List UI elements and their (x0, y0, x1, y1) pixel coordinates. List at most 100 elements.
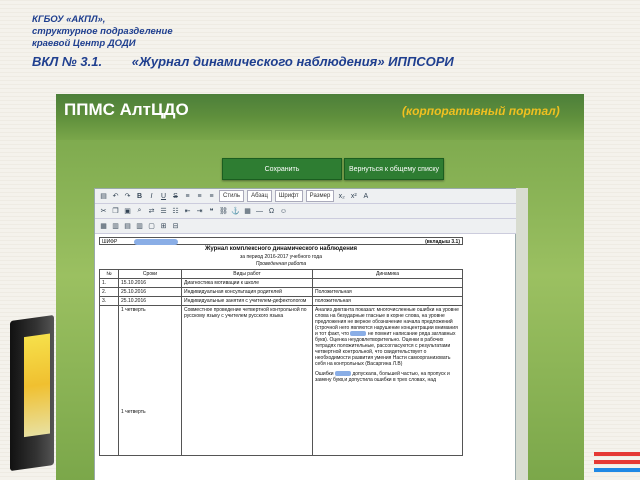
outdent-icon[interactable]: ⇤ (183, 207, 192, 216)
row-icon[interactable]: ▤ (123, 222, 132, 231)
emoticon-icon[interactable]: ☺ (279, 207, 288, 216)
column-header: Сроки (118, 269, 182, 279)
journal-document[interactable]: ШИФР (вкладыш 3.1) Журнал комплексного д… (99, 237, 463, 480)
annex-label: (вкладыш 3.1) (425, 239, 460, 245)
cell-date: 25.10.2016 (118, 296, 182, 306)
redacted-name (334, 371, 351, 377)
cell-date: 25.10.2016 (118, 287, 182, 297)
column-icon[interactable]: ▥ (135, 222, 144, 231)
quote-icon[interactable]: ❝ (207, 207, 216, 216)
column-header: Динамика (312, 269, 463, 279)
title-text: «Журнал динамического наблюдения» ИППСОР… (131, 54, 454, 69)
school-label: ШИФР (102, 239, 118, 245)
numbered-list-icon[interactable]: ☷ (171, 207, 180, 216)
table-icon[interactable]: ▦ (99, 222, 108, 231)
font-select[interactable]: Шрифт (274, 190, 303, 202)
editor-toolbar-row-3: ▦ ▥ ▤ ▥ ▢ ⊞ ⊟ (95, 219, 519, 234)
org-line-1: КГБОУ «АКПЛ», (32, 14, 106, 25)
document-title: Журнал комплексного динамического наблюд… (204, 246, 358, 252)
bold-icon[interactable]: B (135, 192, 144, 201)
underline-icon[interactable]: U (159, 192, 168, 201)
rich-text-editor[interactable]: ▤ ↶ ↷ B I U S ≡ ≡ ≡ Стиль Абзац Шрифт Ра… (94, 188, 519, 480)
cut-icon[interactable]: ✂ (99, 207, 108, 216)
cell-dynamics: Анализ диктанта показал: многочисленные … (312, 305, 463, 456)
cell-work: Совместное проведение четвертной контрол… (181, 305, 313, 456)
editor-toolbar-row-2: ✂ ❐ ▣ ⌕ ⇄ ☰ ☷ ⇤ ⇥ ❝ ⛓ ⚓ ▦ — Ω ☺ (95, 204, 519, 219)
cell-number: 2. (99, 287, 119, 297)
cell-number: 1. (99, 278, 119, 288)
cell-date: 15.10.2016 (118, 278, 182, 288)
cell-work: Диагностика мотивации к школе (181, 278, 313, 288)
indent-icon[interactable]: ⇥ (195, 207, 204, 216)
cell-number: 3. (99, 296, 119, 306)
organization-block: КГБОУ «АКПЛ», структурное подразделение … (32, 14, 173, 50)
device-screen (24, 333, 50, 438)
table-header-row: № Сроки Виды работ Динамика (99, 269, 463, 279)
redacted-name (134, 239, 178, 245)
italic-icon[interactable]: I (147, 192, 156, 201)
paragraph-select[interactable]: Абзац (247, 190, 272, 202)
find-icon[interactable]: ⌕ (135, 207, 144, 216)
horizontal-rule-icon[interactable]: — (255, 207, 264, 216)
table-row: 2. 25.10.2016 Индивидуальная консультаци… (99, 287, 463, 297)
cell-work: Индивидуальные занятия с учителем-дефект… (181, 296, 313, 306)
portal-screenshot: ППМС АлтЦДО (корпоративный портал) Сохра… (56, 94, 584, 480)
table-props-icon[interactable]: ▥ (111, 222, 120, 231)
journal-table: № Сроки Виды работ Динамика 1. 15.10.201… (99, 269, 463, 456)
table-row: 1. 15.10.2016 Диагностика мотивации к шк… (99, 278, 463, 288)
image-icon[interactable]: ▦ (243, 207, 252, 216)
title-code: ВКЛ № 3.1. (32, 54, 103, 69)
size-select[interactable]: Размер (305, 190, 335, 202)
replace-icon[interactable]: ⇄ (147, 207, 156, 216)
cell-number (99, 305, 119, 456)
column-header: № (99, 269, 119, 279)
document-top-row: ШИФР (вкладыш 3.1) (99, 237, 463, 245)
anchor-icon[interactable]: ⚓ (231, 207, 240, 216)
style-select[interactable]: Стиль (219, 190, 245, 202)
scrollbar[interactable] (516, 188, 528, 480)
paste-icon[interactable]: ▣ (123, 207, 132, 216)
portal-name: ППМС АлтЦДО (64, 100, 189, 119)
decor-stripe-red (594, 452, 640, 456)
bullet-list-icon[interactable]: ☰ (159, 207, 168, 216)
merge-cells-icon[interactable]: ⊞ (159, 222, 168, 231)
strikethrough-icon[interactable]: S (171, 192, 180, 201)
redacted-name (350, 331, 367, 337)
org-line-3: краевой Центр ДОДИ (32, 38, 136, 49)
portal-header: ППМС АлтЦДО (корпоративный портал) (56, 94, 584, 140)
superscript-icon[interactable]: x² (349, 192, 358, 201)
text-color-icon[interactable]: A (361, 192, 370, 201)
decor-stripe-blue (594, 468, 640, 472)
special-char-icon[interactable]: Ω (267, 207, 276, 216)
org-line-2: структурное подразделение (32, 26, 173, 37)
undo-icon[interactable]: ↶ (111, 192, 120, 201)
table-row: 1 четверть 1 четверть Совместное проведе… (99, 305, 463, 456)
document-subtitle: Проведенная работа (255, 261, 307, 267)
redo-icon[interactable]: ↷ (123, 192, 132, 201)
document-period: за период 2016-2017 учебного года (239, 254, 322, 260)
link-icon[interactable]: ⛓ (219, 207, 228, 216)
split-cells-icon[interactable]: ⊟ (171, 222, 180, 231)
back-to-list-button[interactable]: Вернуться к общему списку (344, 158, 444, 180)
dynamics-text-b: не помнит написание ряда заглавных букв)… (315, 331, 456, 367)
cell-dynamics: положительная (312, 296, 463, 306)
editor-toolbar-row-1: ▤ ↶ ↷ B I U S ≡ ≡ ≡ Стиль Абзац Шрифт Ра… (95, 189, 519, 204)
subscript-icon[interactable]: x₂ (337, 192, 346, 201)
cell-dynamics: Положительная (312, 287, 463, 297)
align-left-icon[interactable]: ≡ (183, 192, 192, 201)
table-row: 3. 25.10.2016 Индивидуальные занятия с у… (99, 296, 463, 306)
decor-stripe-red-2 (594, 460, 640, 464)
align-right-icon[interactable]: ≡ (207, 192, 216, 201)
cell-icon[interactable]: ▢ (147, 222, 156, 231)
slide-title: ВКЛ № 3.1. «Журнал динамического наблюде… (32, 54, 454, 69)
column-header: Виды работ (181, 269, 313, 279)
cell-date: 1 четверть 1 четверть (118, 305, 182, 456)
save-button[interactable]: Сохранить (222, 158, 342, 180)
align-center-icon[interactable]: ≡ (195, 192, 204, 201)
cell-work: Индивидуальная консультация родителей (181, 287, 313, 297)
cell-dynamics (312, 278, 463, 288)
source-icon[interactable]: ▤ (99, 192, 108, 201)
quarter-label: 1 четверть (121, 409, 146, 415)
portal-tagline: (корпоративный портал) (402, 104, 560, 118)
copy-icon[interactable]: ❐ (111, 207, 120, 216)
